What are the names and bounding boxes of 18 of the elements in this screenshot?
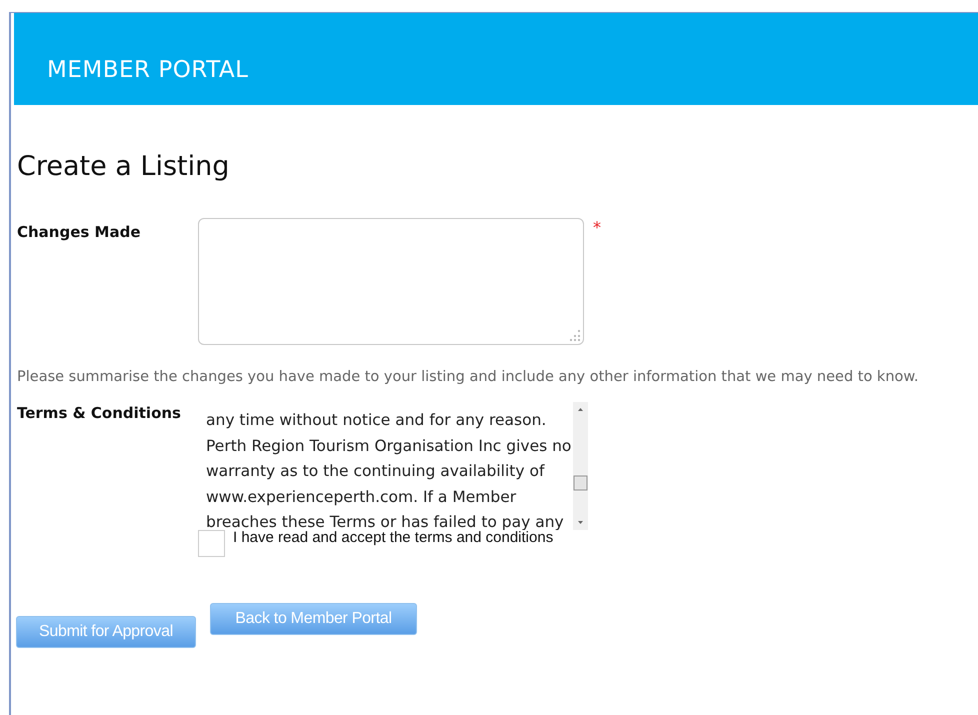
terms-text-line: Perth Region Tourism Organisation Inc gives no [206, 436, 572, 456]
terms-text-line: www.experienceperth.com. If a Member [206, 486, 518, 508]
submit-button[interactable]: Submit for Approval [16, 616, 196, 648]
scrollbar[interactable] [573, 402, 588, 530]
portal-title: MEMBER PORTAL [47, 57, 248, 83]
back-button[interactable]: Back to Member Portal [210, 603, 417, 635]
terms-text-line: warranty as to the continuing availability of [206, 461, 546, 482]
field-label: Terms & Conditions [17, 404, 182, 424]
page-title: Create a Listing [17, 151, 230, 182]
changes-textarea[interactable] [198, 218, 584, 345]
terms-text-line: breaches these Terms or has failed to pay any [206, 512, 565, 530]
accept-label: I have read and accept the terms and conditions [233, 529, 554, 546]
resize-grip-icon [569, 330, 581, 342]
field-label: Changes Made [17, 223, 142, 243]
terms-text-line: any time without notice and for any reason. [206, 410, 548, 431]
required-mark: * [593, 218, 601, 239]
help-text: Please summarise the changes you have made to your listing and include any other information that we may need to know. [17, 369, 920, 385]
accept-checkbox[interactable] [198, 530, 225, 557]
